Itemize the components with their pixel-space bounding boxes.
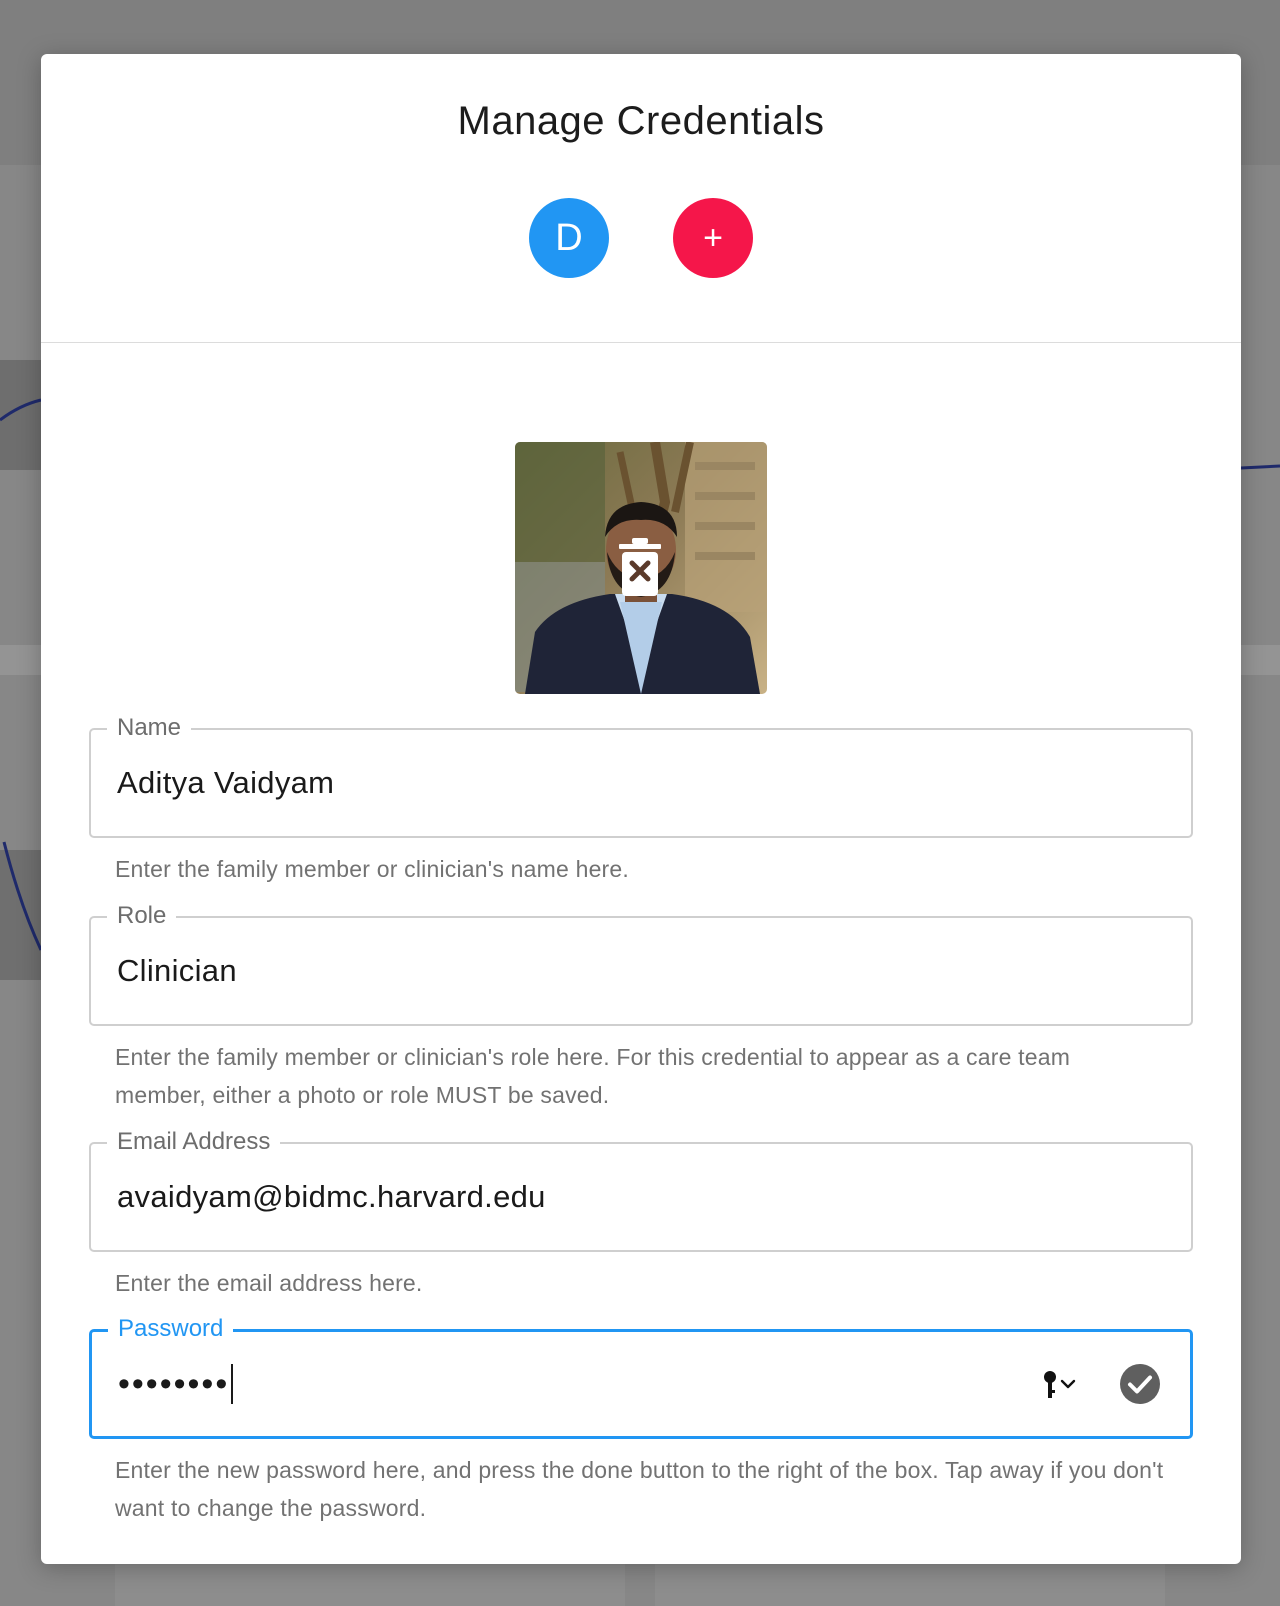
role-field-group: Role Clinician Enter the family member o… [89,901,1193,1114]
background-tab [115,1564,625,1606]
name-value[interactable]: Aditya Vaidyam [117,730,334,836]
role-field[interactable]: Role Clinician [89,901,1193,1026]
email-field[interactable]: Email Address avaidyam@bidmc.harvard.edu [89,1127,1193,1252]
dialog-title: Manage Credentials [457,99,825,143]
checkmark-circle-icon[interactable] [1120,1364,1160,1404]
password-input[interactable]: •••••••• [118,1332,234,1436]
name-field-group: Name Aditya Vaidyam Enter the family mem… [89,713,1193,888]
email-value[interactable]: avaidyam@bidmc.harvard.edu [117,1144,546,1250]
background-tab [655,1564,1165,1606]
manage-credentials-dialog: Manage Credentials D + Name Aditya Vaidy… [41,54,1241,1564]
name-helper-text: Enter the family member or clinician's n… [115,856,630,882]
email-helper-text: Enter the email address here. [115,1270,423,1296]
trash-remove-icon[interactable] [619,538,661,598]
name-field[interactable]: Name Aditya Vaidyam [89,713,1193,838]
credential-avatar-d[interactable]: D [529,198,609,278]
dialog-header: Manage Credentials D + [41,54,1241,343]
role-helper-text: Enter the family member or clinician's r… [115,1044,1071,1108]
password-value: •••••••• [118,1364,230,1403]
role-value[interactable]: Clinician [117,918,237,1024]
text-caret [231,1364,234,1404]
profile-photo[interactable] [515,442,767,694]
add-credential-button[interactable]: + [673,198,753,278]
password-field[interactable]: Password •••••••• [89,1314,1193,1439]
email-field-group: Email Address avaidyam@bidmc.harvard.edu… [89,1127,1193,1302]
key-chevron-icon[interactable] [1040,1368,1080,1402]
password-field-group: Password •••••••• Enter the new password… [89,1314,1193,1527]
password-helper-text: Enter the new password here, and press t… [115,1457,1164,1521]
credential-avatar-list: D + [41,198,1241,278]
